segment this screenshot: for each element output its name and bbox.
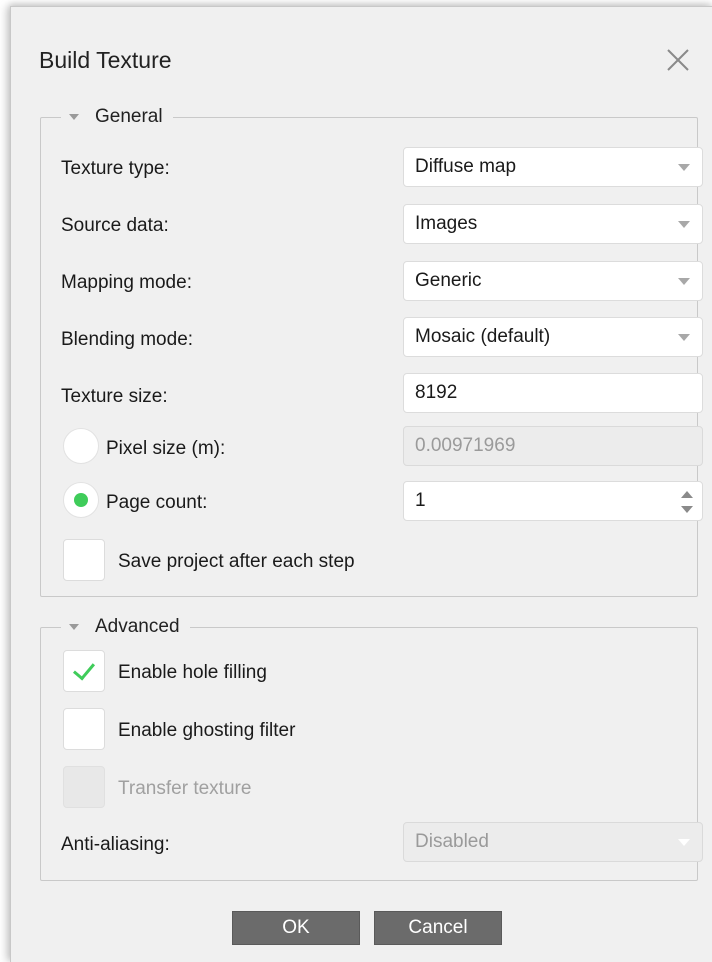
- general-group: General Texture type: Diffuse map Source…: [40, 104, 703, 597]
- collapse-triangle-icon: [69, 114, 79, 120]
- chevron-down-icon: [678, 839, 690, 846]
- texture-size-label: Texture size:: [61, 386, 168, 407]
- texture-size-value: 8192: [415, 382, 458, 403]
- page-count-label: Page count:: [106, 492, 208, 513]
- spinner-arrows-icon[interactable]: [680, 489, 694, 515]
- collapse-triangle-icon: [69, 624, 79, 630]
- general-group-header[interactable]: General: [61, 104, 173, 130]
- anti-aliasing-label: Anti-aliasing:: [61, 834, 170, 855]
- texture-type-select[interactable]: Diffuse map: [403, 147, 703, 187]
- advanced-group-header[interactable]: Advanced: [61, 614, 190, 640]
- chevron-down-icon: [678, 278, 690, 285]
- dialog-title: Build Texture: [39, 47, 172, 73]
- blending-mode-value: Mosaic (default): [415, 326, 551, 347]
- anti-aliasing-value: Disabled: [415, 831, 489, 852]
- page-count-radio[interactable]: [63, 482, 99, 518]
- ok-button[interactable]: OK: [232, 911, 360, 945]
- texture-type-label: Texture type:: [61, 158, 170, 179]
- chevron-down-icon: [678, 221, 690, 228]
- general-group-title: General: [95, 106, 163, 127]
- source-data-value: Images: [415, 213, 478, 234]
- hole-filling-label: Enable hole filling: [118, 662, 267, 683]
- save-project-label: Save project after each step: [118, 551, 355, 572]
- anti-aliasing-select: Disabled: [403, 822, 703, 862]
- ghosting-filter-checkbox[interactable]: [63, 708, 105, 750]
- cancel-button[interactable]: Cancel: [374, 911, 502, 945]
- source-data-select[interactable]: Images: [403, 204, 703, 244]
- pixel-size-input: 0.00971969: [403, 426, 703, 466]
- chevron-down-icon: [678, 164, 690, 171]
- build-texture-dialog: Build Texture General Texture type: Diff…: [10, 6, 712, 962]
- checkmark-icon: [72, 657, 96, 681]
- pixel-size-value: 0.00971969: [415, 435, 516, 456]
- texture-type-value: Diffuse map: [415, 156, 517, 177]
- page-count-value: 1: [415, 490, 426, 511]
- mapping-mode-select[interactable]: Generic: [403, 261, 703, 301]
- advanced-group-title: Advanced: [95, 616, 180, 637]
- save-project-checkbox[interactable]: [63, 539, 105, 581]
- blending-mode-label: Blending mode:: [61, 329, 194, 350]
- close-icon[interactable]: [663, 45, 693, 75]
- mapping-mode-value: Generic: [415, 270, 482, 291]
- texture-size-input[interactable]: 8192: [403, 373, 703, 413]
- mapping-mode-label: Mapping mode:: [61, 272, 192, 293]
- hole-filling-checkbox[interactable]: [63, 650, 105, 692]
- transfer-texture-checkbox: [63, 766, 105, 808]
- pixel-size-radio[interactable]: [63, 428, 99, 464]
- chevron-down-icon: [678, 334, 690, 341]
- ghosting-filter-label: Enable ghosting filter: [118, 720, 296, 741]
- blending-mode-select[interactable]: Mosaic (default): [403, 317, 703, 357]
- transfer-texture-label: Transfer texture: [118, 778, 252, 799]
- page-count-stepper[interactable]: 1: [403, 481, 703, 521]
- pixel-size-label: Pixel size (m):: [106, 438, 226, 459]
- source-data-label: Source data:: [61, 215, 169, 236]
- advanced-group: Advanced Enable hole filling Enable ghos…: [40, 614, 703, 881]
